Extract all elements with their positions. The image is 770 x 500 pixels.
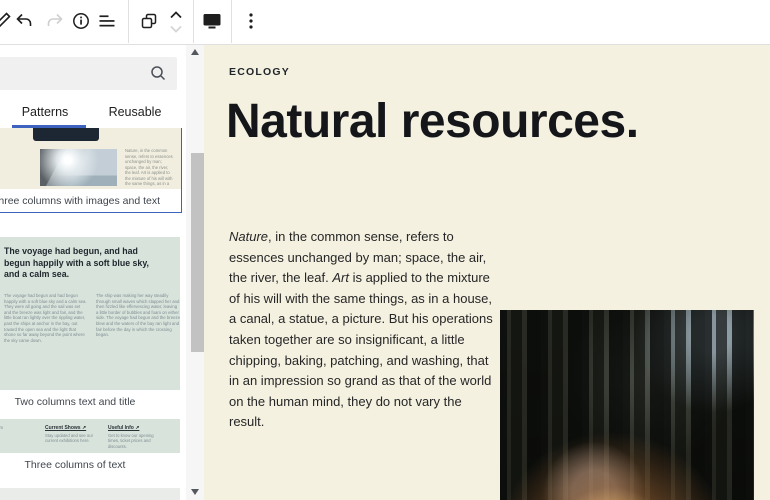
options-button[interactable] (237, 8, 265, 36)
pattern-card-three-columns-images-text[interactable]: Nature, in the common sense, refers to e… (0, 128, 182, 213)
search-input[interactable] (0, 57, 177, 90)
preview-column-text: The voyage had begun and had begun happi… (4, 293, 87, 343)
pattern-caption: Three columns with images and text (0, 189, 181, 212)
block-type-button[interactable] (135, 8, 163, 36)
info-icon (70, 10, 92, 35)
preview-button-block (33, 128, 99, 141)
pattern-preview: the modern erans. Current Shows ↗ Stay u… (0, 419, 180, 453)
preview-column-text: the modern erans. (0, 425, 4, 430)
forest-sunlight-image[interactable] (500, 310, 754, 500)
toolbar-separator (193, 0, 194, 43)
editor-canvas[interactable]: ECOLOGY Natural resources. Nature, in th… (204, 44, 770, 500)
monitor-icon (200, 9, 224, 36)
scroll-up-arrow-icon[interactable] (191, 49, 199, 55)
preview-column-heading: Current Shows ↗ (45, 425, 87, 431)
pattern-preview: The voyage had begun, and had begun happ… (0, 237, 180, 390)
pattern-caption: Three columns of text (0, 453, 180, 476)
scroll-down-arrow-icon[interactable] (191, 489, 199, 495)
details-button[interactable] (67, 8, 95, 36)
scrollbar-thumb[interactable] (191, 153, 204, 352)
pattern-card-three-columns-text[interactable]: the modern erans. Current Shows ↗ Stay u… (0, 419, 180, 476)
preview-button[interactable] (198, 8, 226, 36)
editor-toolbar (0, 0, 770, 45)
preview-column-text: The ship was making her way steadily thr… (96, 293, 180, 338)
preview-filler-text: Nature, in the common sense, refers to e… (125, 148, 173, 187)
italic-word: Nature (229, 229, 269, 244)
page-title[interactable]: Natural resources. (226, 94, 639, 149)
block-movers (163, 7, 189, 37)
copy-blocks-icon (138, 10, 160, 35)
paragraph-text: is applied to the mixture of his will wi… (229, 270, 493, 430)
tab-patterns[interactable]: Patterns (0, 96, 90, 128)
sidebar-scrollbar[interactable] (186, 44, 204, 500)
pattern-preview: Nature, in the common sense, refers to e… (0, 128, 181, 189)
eyebrow-heading[interactable]: ECOLOGY (229, 66, 290, 78)
kebab-menu-icon (240, 10, 262, 35)
move-up-button[interactable] (165, 9, 187, 22)
redo-icon (44, 10, 66, 35)
preview-column-heading: Useful Info ↗ (108, 425, 140, 431)
list-view-icon (96, 10, 118, 35)
preview-column-text: Stay updated and see our current exhibit… (45, 433, 93, 444)
block-editor-window: Patterns Reusable Nature, in the common … (0, 0, 770, 500)
move-down-button[interactable] (165, 23, 187, 36)
chevron-down-icon (168, 22, 184, 37)
pattern-caption: Two columns text and title (0, 390, 180, 413)
chevron-up-icon (168, 8, 184, 23)
search-icon (151, 66, 166, 81)
list-view-button[interactable] (93, 8, 121, 36)
undo-icon (13, 10, 35, 35)
redo-button[interactable] (41, 8, 69, 36)
preview-title-text: The voyage had begun, and had begun happ… (4, 246, 150, 279)
pattern-list: Nature, in the common sense, refers to e… (0, 128, 183, 500)
pattern-card-two-columns-text-title[interactable]: The voyage had begun, and had begun happ… (0, 237, 180, 413)
preview-column-text: Get to know our opening times, ticket pr… (108, 433, 154, 449)
toolbar-separator (231, 0, 232, 43)
tab-reusable[interactable]: Reusable (90, 96, 180, 128)
body-paragraph[interactable]: Nature, in the common sense, refers to e… (229, 227, 493, 433)
preview-seascape-image (40, 149, 117, 186)
italic-word: Art (332, 270, 349, 286)
undo-button[interactable] (10, 8, 38, 36)
inserter-tabs: Patterns Reusable (0, 96, 186, 128)
pattern-card-partial[interactable] (0, 488, 180, 500)
pattern-inserter-sidebar: Patterns Reusable Nature, in the common … (0, 44, 186, 500)
toolbar-separator (128, 0, 129, 43)
